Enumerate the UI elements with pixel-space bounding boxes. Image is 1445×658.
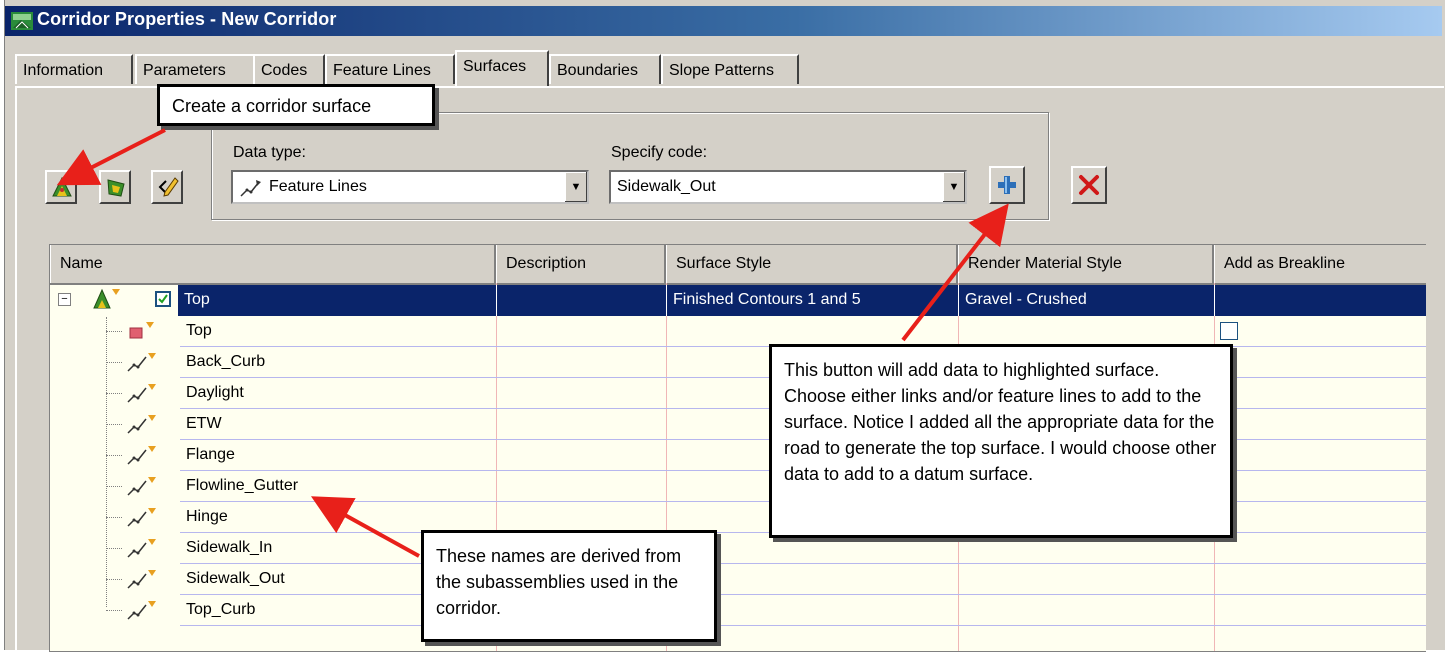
arrow-to-names [310,496,420,558]
tab-label: Surfaces [463,58,527,75]
corridor-properties-dialog: Corridor Properties - New Corridor Infor… [4,0,1445,658]
tab-surfaces[interactable]: Surfaces [455,50,549,86]
arrow-to-add-button [901,203,1009,342]
annotation-arrows [56,128,1009,558]
arrow-to-create-button [56,128,166,186]
